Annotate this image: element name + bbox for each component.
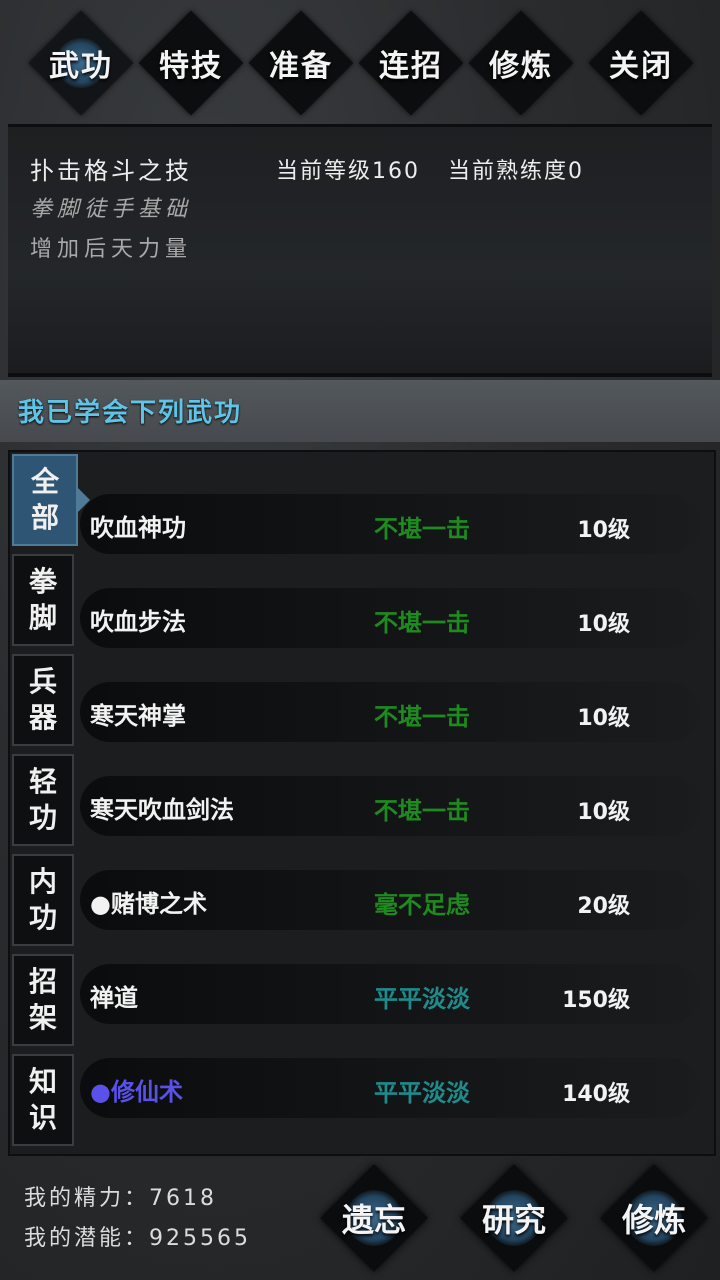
category-tab-char: 脚 xyxy=(28,601,57,634)
skill-row-name: ●修仙术 xyxy=(90,1078,183,1106)
skill-row-rating: 不堪一击 xyxy=(374,797,470,825)
skill-row-name: 吹血神功 xyxy=(90,514,186,542)
tab-label: 武功 xyxy=(49,49,113,84)
skill-row-name: 寒天吹血剑法 xyxy=(90,796,234,824)
skill-row[interactable]: ●赌博之术 毫不足虑 20级 xyxy=(80,870,700,930)
skill-row-level: 150级 xyxy=(562,988,630,1013)
skill-row[interactable]: ●修仙术 平平淡淡 140级 xyxy=(80,1058,700,1118)
skill-row-level: 10级 xyxy=(577,518,630,543)
category-tab-all[interactable]: 全 部 xyxy=(12,454,78,546)
category-tab-char: 部 xyxy=(30,501,59,534)
skill-category: 拳脚徒手基础 xyxy=(30,197,193,222)
skill-row[interactable]: 寒天吹血剑法 不堪一击 10级 xyxy=(80,776,700,836)
forget-label: 遗忘 xyxy=(341,1201,406,1239)
category-tab-char: 内 xyxy=(28,865,57,898)
learned-header-title: 我已学会下列武功 xyxy=(18,398,243,428)
skill-row-name: 吹血步法 xyxy=(90,608,186,636)
current-level: 当前等级160 xyxy=(276,159,420,184)
research-button[interactable]: 研究 xyxy=(456,1160,572,1276)
skill-row-level: 10级 xyxy=(577,612,630,637)
skill-row-level: 10级 xyxy=(577,706,630,731)
potential-stat: 我的潜能：925565 xyxy=(24,1226,251,1251)
skill-row-rating: 毫不足虑 xyxy=(374,891,470,919)
forget-button[interactable]: 遗忘 xyxy=(316,1160,432,1276)
skill-row-name: ●赌博之术 xyxy=(90,890,207,918)
category-tab-fist[interactable]: 拳 脚 xyxy=(12,554,74,646)
tab-martial-arts[interactable]: 武功 xyxy=(28,10,134,116)
category-tab-char: 功 xyxy=(28,801,57,834)
skill-row-name: 寒天神掌 xyxy=(90,702,186,730)
skill-info-panel: 扑击格斗之技 当前等级160 当前熟练度0 拳脚徒手基础 增加后天力量 xyxy=(8,124,712,377)
category-tab-char: 识 xyxy=(28,1101,57,1134)
category-tab-lightness[interactable]: 轻 功 xyxy=(12,754,74,846)
category-tab-char: 功 xyxy=(28,901,57,934)
energy-stat: 我的精力：7618 xyxy=(24,1186,217,1211)
category-tab-char: 兵 xyxy=(28,665,57,698)
category-tab-parry[interactable]: 招 架 xyxy=(12,954,74,1046)
close-label: 关闭 xyxy=(609,49,673,84)
tab-cultivate[interactable]: 修炼 xyxy=(468,10,574,116)
category-tab-char: 拳 xyxy=(28,565,57,598)
skill-row-rating: 不堪一击 xyxy=(374,515,470,543)
category-tab-char: 招 xyxy=(28,965,57,998)
category-tab-char: 知 xyxy=(28,1065,57,1098)
tab-label: 特技 xyxy=(159,49,223,84)
skill-row-rating: 平平淡淡 xyxy=(374,1079,470,1107)
tab-combo[interactable]: 连招 xyxy=(358,10,464,116)
skill-row[interactable]: 寒天神掌 不堪一击 10级 xyxy=(80,682,700,742)
category-tab-char: 全 xyxy=(30,465,59,498)
skill-row-rating: 不堪一击 xyxy=(374,609,470,637)
close-button[interactable]: 关闭 xyxy=(588,10,694,116)
category-tab-knowledge[interactable]: 知 识 xyxy=(12,1054,74,1146)
tab-label: 修炼 xyxy=(489,49,553,84)
skill-row-level: 20级 xyxy=(577,894,630,919)
skill-row[interactable]: 吹血神功 不堪一击 10级 xyxy=(80,494,700,554)
tab-prepare[interactable]: 准备 xyxy=(248,10,354,116)
cultivate-button[interactable]: 修炼 xyxy=(596,1160,712,1276)
category-tab-char: 器 xyxy=(28,701,57,734)
skill-row-rating: 不堪一击 xyxy=(374,703,470,731)
skill-row-level: 140级 xyxy=(562,1082,630,1107)
current-proficiency: 当前熟练度0 xyxy=(448,159,584,184)
skill-row[interactable]: 禅道 平平淡淡 150级 xyxy=(80,964,700,1024)
skill-description: 增加后天力量 xyxy=(30,237,193,262)
skill-name: 扑击格斗之技 xyxy=(30,157,192,185)
tab-label: 准备 xyxy=(269,49,333,84)
category-tab-internal[interactable]: 内 功 xyxy=(12,854,74,946)
tab-label: 连招 xyxy=(379,49,443,84)
research-label: 研究 xyxy=(481,1201,546,1239)
skill-row-name: 禅道 xyxy=(90,984,138,1012)
category-tab-weapon[interactable]: 兵 器 xyxy=(12,654,74,746)
skill-row[interactable]: 吹血步法 不堪一击 10级 xyxy=(80,588,700,648)
top-tab-bar: 武功 特技 准备 连招 修炼 关闭 xyxy=(0,0,720,120)
skill-row-rating: 平平淡淡 xyxy=(374,985,470,1013)
skill-row-level: 10级 xyxy=(577,800,630,825)
learned-header: 我已学会下列武功 xyxy=(0,380,720,442)
player-stats: 我的精力：7618 我的潜能：925565 xyxy=(24,1180,251,1260)
category-tab-char: 架 xyxy=(28,1001,57,1034)
category-tab-char: 轻 xyxy=(28,765,57,798)
tab-special-skills[interactable]: 特技 xyxy=(138,10,244,116)
cultivate-label: 修炼 xyxy=(621,1201,686,1239)
